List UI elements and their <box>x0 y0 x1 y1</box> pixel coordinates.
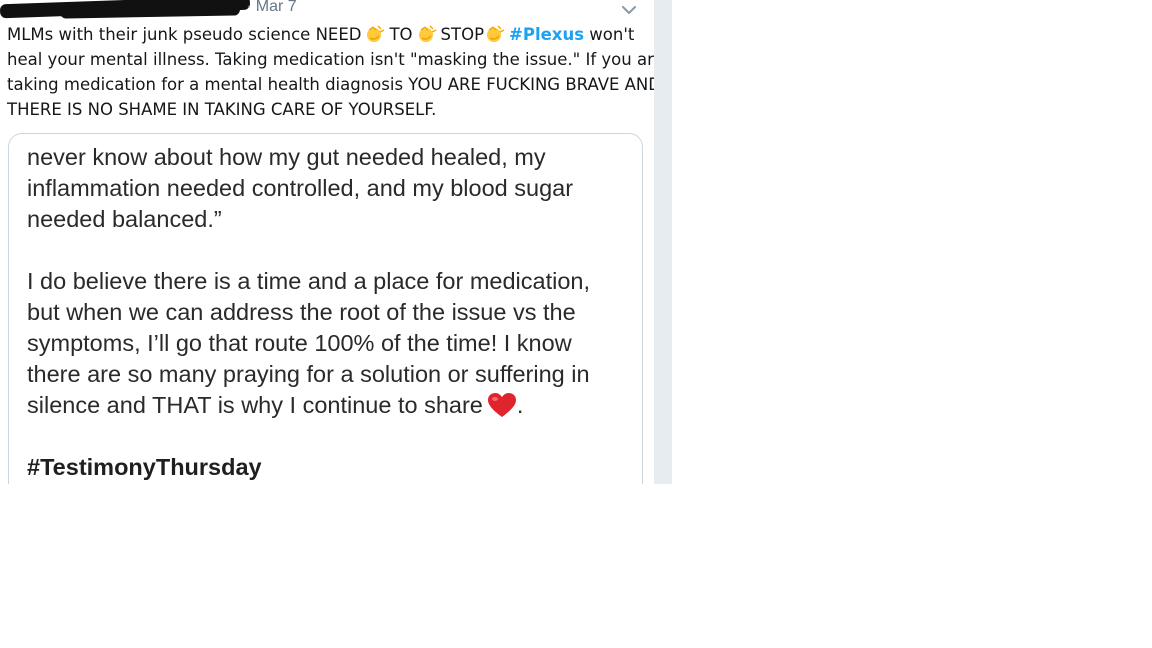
red-heart-icon <box>487 393 516 417</box>
tweet-text-segment: MLMs with their junk pseudo science NEED <box>7 25 362 44</box>
chevron-down-icon[interactable] <box>619 0 639 20</box>
media-line: never know about how my gut needed heale… <box>27 144 546 170</box>
screenshot-text: never know about how my gut needed heale… <box>27 142 637 483</box>
media-line: there are so many praying for a solution… <box>27 361 590 387</box>
tweet-line-3: taking medication for a mental health di… <box>7 75 654 94</box>
media-line: symptoms, I’ll go that route 100% of the… <box>27 330 572 356</box>
scrollbar-track[interactable] <box>654 0 672 484</box>
redacted-author-handle <box>59 3 241 19</box>
media-line-blank <box>27 235 637 266</box>
tweet-line-1: MLMs with their junk pseudo science NEED… <box>7 22 637 47</box>
tweet-text-segment: TO <box>389 25 413 44</box>
testimony-thursday-hashtag: #TestimonyThursday <box>27 454 262 480</box>
tweet-date[interactable]: · Mar 7 <box>246 0 297 16</box>
media-line-blank <box>27 421 637 452</box>
tweet[interactable]: · Mar 7 MLMs with their junk pseudo scie… <box>0 0 654 484</box>
clapping-hands-icon <box>367 25 385 42</box>
media-line: but when we can address the root of the … <box>27 299 576 325</box>
media-line-with-heart: silence and THAT is why I continue to sh… <box>27 390 637 421</box>
browser-viewport: · Mar 7 MLMs with their junk pseudo scie… <box>0 0 672 484</box>
tweet-text-segment: won't <box>584 25 635 44</box>
plexus-hashtag-link[interactable]: #Plexus <box>509 25 584 44</box>
media-line: needed balanced.” <box>27 206 222 232</box>
media-line: silence and THAT is why I continue to sh… <box>27 392 483 418</box>
media-punctuation: . <box>516 392 524 418</box>
tweet-text: MLMs with their junk pseudo science NEED… <box>7 22 654 122</box>
tweet-line-4: THERE IS NO SHAME IN TAKING CARE OF YOUR… <box>7 100 437 119</box>
media-line: inflammation needed controlled, and my b… <box>27 175 574 201</box>
media-line: I do believe there is a time and a place… <box>27 268 591 294</box>
clapping-hands-icon <box>487 25 505 42</box>
clapping-hands-icon <box>418 25 436 42</box>
tweet-text-segment: STOP <box>440 25 485 44</box>
tweet-line-2: heal your mental illness. Taking medicat… <box>7 50 654 69</box>
tweet-media-image[interactable]: never know about how my gut needed heale… <box>8 133 643 484</box>
